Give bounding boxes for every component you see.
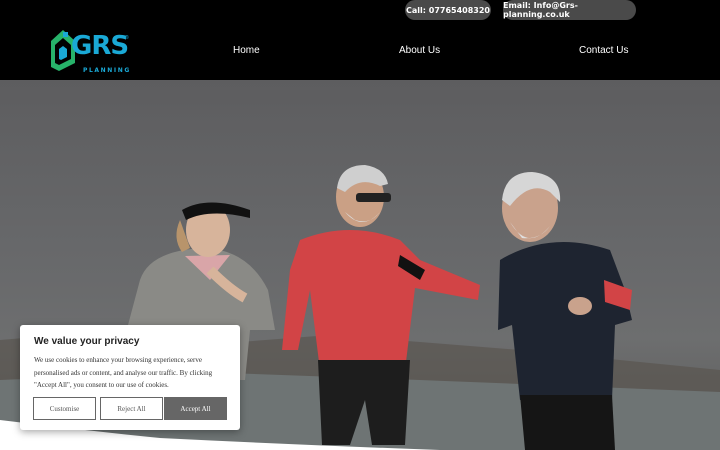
cookie-title: We value your privacy xyxy=(34,336,140,347)
nav-contact-us[interactable]: Contact Us xyxy=(579,45,628,56)
nav-about-us[interactable]: About Us xyxy=(399,45,440,56)
cookie-accept-all-button[interactable]: Accept All xyxy=(164,397,227,420)
call-button[interactable]: Call: 07765408320 xyxy=(405,0,491,20)
logo-wordmark: GRS xyxy=(71,31,129,61)
cookie-customise-button[interactable]: Customise xyxy=(33,397,96,420)
site-logo[interactable]: GRS ® PLANNING xyxy=(49,27,129,75)
site-header: Call: 07765408320 Email: Info@Grs-planni… xyxy=(0,0,720,80)
nav-home[interactable]: Home xyxy=(233,45,260,56)
cookie-reject-all-button[interactable]: Reject All xyxy=(100,397,163,420)
email-button[interactable]: Email: Info@Grs-planning.co.uk xyxy=(503,0,636,20)
cookie-consent-banner: We value your privacy We use cookies to … xyxy=(20,325,240,430)
logo-subtitle: PLANNING xyxy=(83,67,131,74)
logo-registered: ® xyxy=(125,35,129,41)
cookie-text: We use cookies to enhance your browsing … xyxy=(34,356,213,389)
